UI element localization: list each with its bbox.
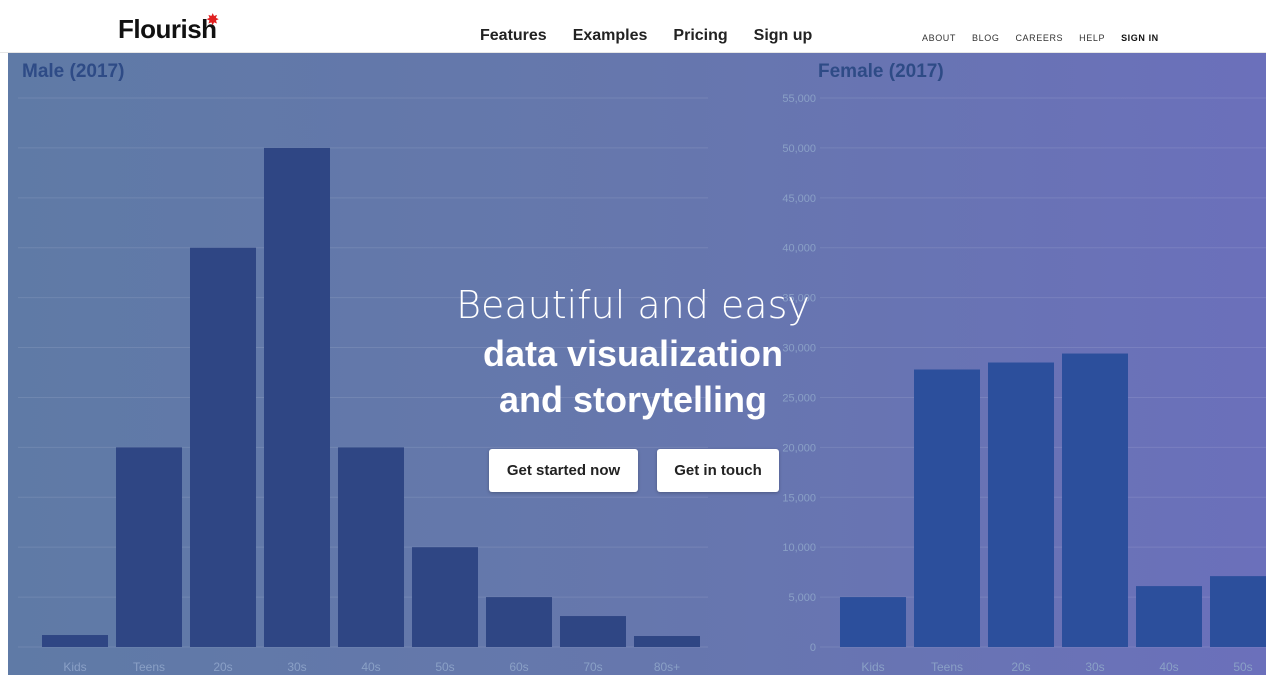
female-bar-kids [840,597,906,647]
hero-headline-bold-1: data visualization [482,333,784,374]
female-y-tick-label: 15,000 [782,492,816,504]
male-x-tick-label: 80s+ [654,660,680,674]
main-nav: Features Examples Pricing Sign up [480,27,812,45]
male-chart-title: Male (2017) [22,61,124,82]
male-bar-80splus [634,636,700,647]
nav-sign-in[interactable]: SIGN IN [1121,33,1159,43]
female-y-tick-label: 50,000 [782,143,816,155]
get-in-touch-button[interactable]: Get in touch [657,449,779,492]
hero-headline-bold-2: and storytelling [498,379,768,420]
nav-careers[interactable]: CAREERS [1015,33,1063,43]
male-x-tick-label: Kids [63,660,86,674]
male-x-tick-label: 60s [509,660,528,674]
hero-headline-light: Beautiful and easy [456,283,810,327]
female-y-tick-label: 55,000 [782,93,816,105]
female-x-tick-label: 20s [1011,660,1030,674]
male-x-tick-label: 40s [361,660,380,674]
secondary-nav: ABOUT BLOG CAREERS HELP SIGN IN [922,33,1159,43]
male-x-tick-label: Teens [133,660,165,674]
male-bar-70s [560,616,626,647]
male-bar-kids [42,635,108,647]
nav-sign-up[interactable]: Sign up [754,27,813,45]
nav-features[interactable]: Features [480,27,547,45]
nav-about[interactable]: ABOUT [922,33,956,43]
male-x-tick-label: 70s [583,660,602,674]
nav-pricing[interactable]: Pricing [673,27,727,45]
male-bar-50s [412,547,478,647]
flourish-logo[interactable]: Flourish [118,14,217,45]
female-y-tick-label: 20,000 [782,442,816,454]
get-started-button[interactable]: Get started now [489,449,638,492]
female-x-tick-label: Teens [931,660,963,674]
female-y-tick-label: 10,000 [782,542,816,554]
nav-blog[interactable]: BLOG [972,33,999,43]
male-bar-teens [116,447,182,647]
female-x-tick-label: Kids [861,660,884,674]
male-x-tick-label: 50s [435,660,454,674]
female-bar-50s [1210,576,1266,647]
female-chart-title: Female (2017) [818,61,944,82]
female-x-tick-label: 50s [1233,660,1252,674]
male-bar-60s [486,597,552,647]
logo-star-icon: ✸ [206,12,220,29]
female-y-tick-label: 45,000 [782,193,816,205]
nav-examples[interactable]: Examples [573,27,648,45]
female-bar-40s [1136,586,1202,647]
male-x-tick-label: 20s [213,660,232,674]
male-bar-40s [338,447,404,647]
female-y-tick-label: 40,000 [782,243,816,255]
female-x-tick-label: 30s [1085,660,1104,674]
male-x-tick-label: 30s [287,660,306,674]
female-y-tick-label: 5,000 [788,592,816,604]
female-x-tick-label: 40s [1159,660,1178,674]
top-navigation-bar: Flourish ✸ Features Examples Pricing Sig… [0,0,1266,53]
nav-help[interactable]: HELP [1079,33,1105,43]
female-y-tick-label: 0 [810,642,816,654]
